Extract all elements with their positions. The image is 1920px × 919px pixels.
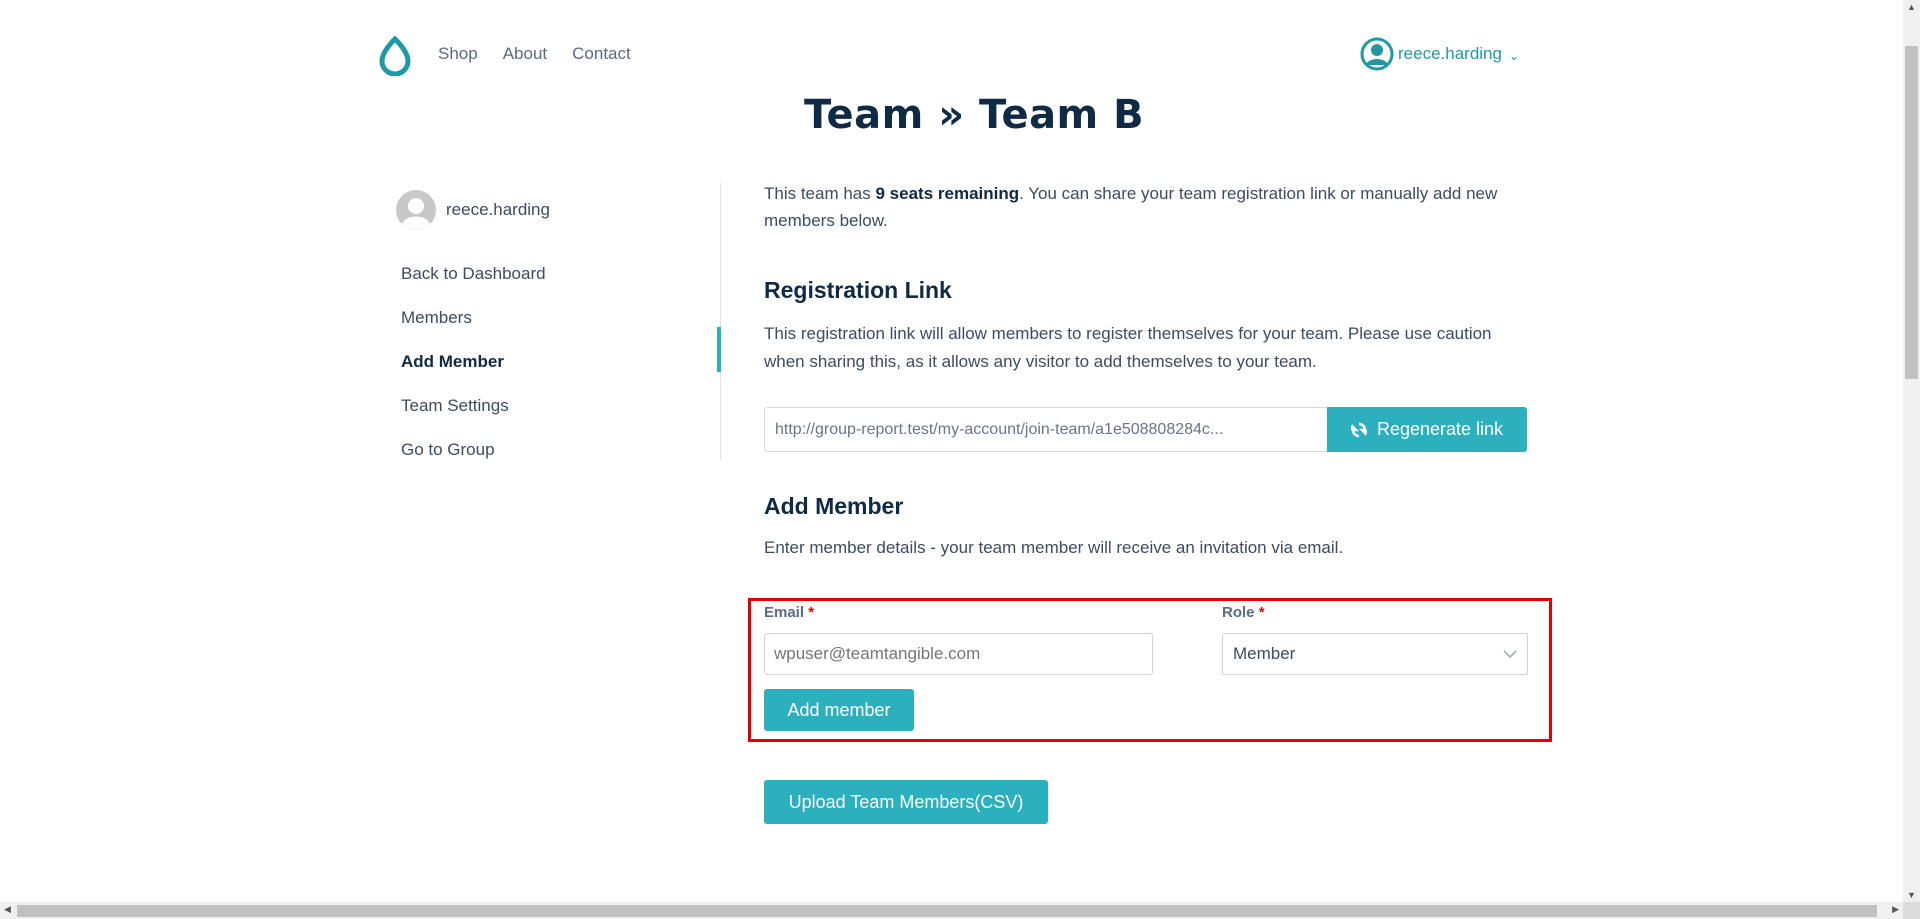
role-select[interactable]: Member bbox=[1222, 633, 1528, 675]
user-menu[interactable]: reece.harding ⌄ bbox=[1360, 37, 1519, 71]
sidebar-active-indicator bbox=[717, 327, 721, 372]
scroll-up-icon[interactable]: ▲ bbox=[1903, 2, 1920, 12]
chevron-down-icon bbox=[1503, 649, 1517, 658]
horizontal-scroll-thumb[interactable] bbox=[17, 905, 1877, 917]
user-avatar-icon bbox=[1360, 37, 1394, 71]
registration-heading: Registration Link bbox=[764, 277, 952, 303]
add-member-description: Enter member details - your team member … bbox=[764, 538, 1344, 557]
site-header: Shop About Contact reece.harding ⌄ bbox=[0, 0, 1903, 80]
sidebar-user: reece.harding bbox=[396, 190, 721, 230]
horizontal-scrollbar[interactable]: ◀ ▶ bbox=[0, 902, 1903, 919]
sidebar-item-dashboard[interactable]: Back to Dashboard bbox=[396, 252, 721, 296]
nav-shop[interactable]: Shop bbox=[438, 44, 478, 64]
vertical-scrollbar[interactable]: ▲ ▼ bbox=[1903, 0, 1920, 902]
scrollbar-corner bbox=[1903, 902, 1920, 919]
scroll-down-icon[interactable]: ▼ bbox=[1903, 890, 1920, 900]
role-label: Role * bbox=[1222, 604, 1265, 621]
sidebar-item-members[interactable]: Members bbox=[396, 296, 721, 340]
add-member-heading: Add Member bbox=[764, 493, 904, 519]
user-menu-name: reece.harding bbox=[1398, 44, 1502, 63]
avatar-icon bbox=[396, 190, 436, 230]
main-content: This team has 9 seats remaining. You can… bbox=[764, 180, 1529, 234]
sidebar: reece.harding Back to Dashboard Members … bbox=[396, 190, 721, 472]
nav-contact[interactable]: Contact bbox=[572, 44, 631, 64]
role-select-value: Member bbox=[1233, 644, 1296, 663]
page-title: Team » Team B bbox=[804, 92, 1145, 138]
sidebar-username: reece.harding bbox=[446, 200, 550, 219]
refresh-icon bbox=[1350, 422, 1367, 437]
scroll-left-icon[interactable]: ◀ bbox=[4, 904, 11, 915]
chevron-down-icon: ⌄ bbox=[1508, 49, 1520, 63]
nav-about[interactable]: About bbox=[503, 44, 547, 64]
logo-drop-icon[interactable] bbox=[378, 36, 412, 76]
registration-link-input[interactable] bbox=[764, 407, 1327, 452]
registration-link-row: Regenerate link bbox=[764, 407, 1527, 452]
sidebar-divider bbox=[720, 183, 721, 460]
main-nav: Shop About Contact bbox=[438, 44, 631, 64]
email-field[interactable] bbox=[764, 633, 1153, 675]
seats-remaining: 9 seats remaining bbox=[875, 184, 1020, 203]
email-label: Email * bbox=[764, 604, 815, 621]
sidebar-item-team-settings[interactable]: Team Settings bbox=[396, 384, 721, 428]
scroll-right-icon[interactable]: ▶ bbox=[1892, 904, 1899, 915]
regenerate-link-button[interactable]: Regenerate link bbox=[1327, 407, 1527, 452]
sidebar-item-add-member[interactable]: Add Member bbox=[396, 340, 721, 384]
upload-csv-button[interactable]: Upload Team Members(CSV) bbox=[764, 780, 1048, 824]
vertical-scroll-thumb[interactable] bbox=[1905, 46, 1918, 379]
sidebar-item-go-to-group[interactable]: Go to Group bbox=[396, 428, 721, 472]
add-member-button[interactable]: Add member bbox=[764, 689, 914, 731]
registration-description: This registration link will allow member… bbox=[764, 324, 1492, 371]
intro-text: This team has 9 seats remaining. You can… bbox=[764, 184, 1498, 230]
